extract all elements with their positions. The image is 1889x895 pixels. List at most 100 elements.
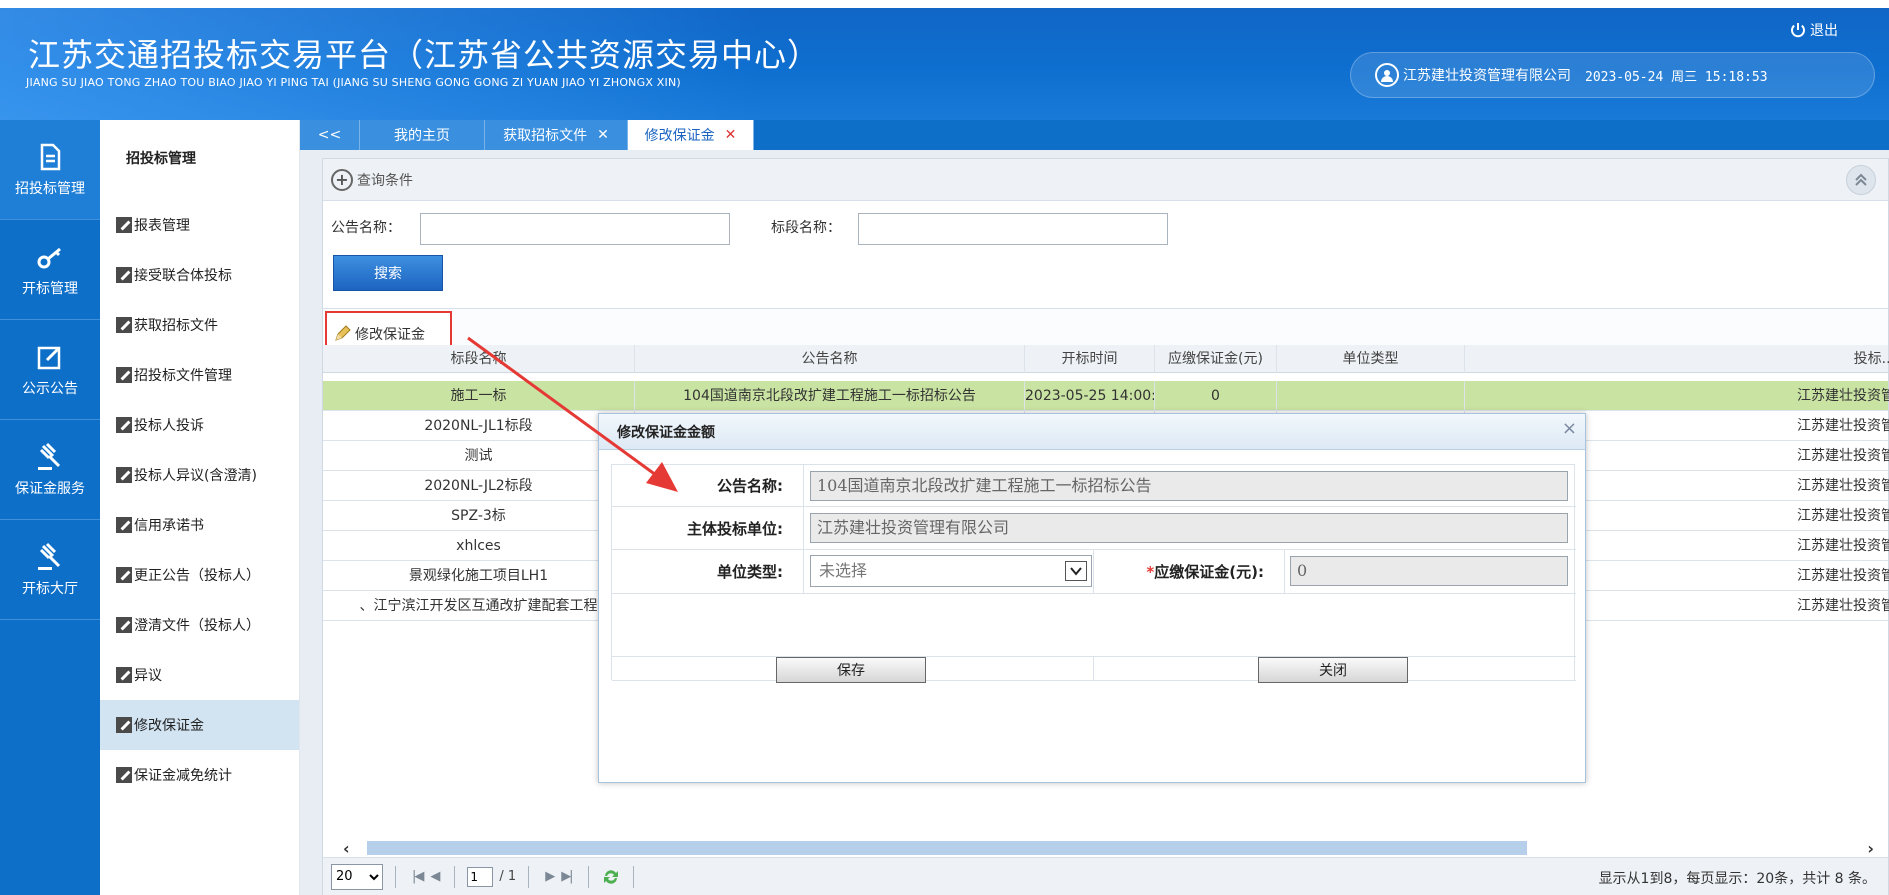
pagination-bar: 20 |◀ ◀ / 1 ▶ ▶| 显示从1到8，每页显示：20条，共计 8 条。 xyxy=(323,857,1888,895)
bidder-field[interactable]: 江苏建壮投资管理有限公司 xyxy=(810,513,1568,543)
sub-menu-item[interactable]: 澄清文件（投标人） xyxy=(100,600,299,650)
sub-menu-item[interactable]: 更正公告（投标人） xyxy=(100,550,299,600)
header: 江苏交通招投标交易平台（江苏省公共资源交易中心） JIANG SU JIAO T… xyxy=(0,8,1889,120)
user-info-bar: 江苏建壮投资管理有限公司 2023-05-24 周三 15:18:53 xyxy=(1350,52,1875,98)
edit-icon xyxy=(116,367,132,383)
sub-menu: 招投标管理 报表管理接受联合体投标 获取招标文件招投标文件管理投标人投诉投标人异议… xyxy=(100,120,300,895)
sub-menu-item[interactable]: 招投标文件管理 xyxy=(100,350,299,400)
form-row-buttons: 保存 关闭 xyxy=(612,657,1576,683)
sub-menu-list: 报表管理接受联合体投标 获取招标文件招投标文件管理投标人投诉投标人异议(含澄清) 信… xyxy=(100,200,299,800)
sub-menu-item[interactable]: 修改保证金 xyxy=(100,700,299,750)
nav-bid-hall[interactable]: 开标大厅 xyxy=(0,520,100,620)
form-row-bidder: 主体投标单位: 江苏建壮投资管理有限公司 xyxy=(612,507,1576,550)
separator xyxy=(395,865,396,888)
table-cell: 2023-05-25 14:00:00 xyxy=(1025,381,1155,411)
scroll-right-icon[interactable]: › xyxy=(1867,839,1874,858)
sub-menu-item[interactable]: 接受联合体投标 xyxy=(100,250,299,300)
close-icon[interactable]: ✕ xyxy=(725,127,737,143)
dialog-title: 修改保证金金额 xyxy=(617,424,715,441)
logout-button[interactable]: 退出 xyxy=(1790,20,1838,40)
edit-icon xyxy=(116,567,132,583)
save-button[interactable]: 保存 xyxy=(776,657,926,683)
nav-deposit-service[interactable]: 保证金服务 xyxy=(0,420,100,520)
nav-announcements[interactable]: 公示公告 xyxy=(0,320,100,420)
nav-label: 开标管理 xyxy=(22,280,78,297)
gavel-icon xyxy=(38,542,61,570)
sub-menu-label: 获取招标文件 xyxy=(134,318,218,334)
table-cell xyxy=(1277,381,1465,411)
nav-bidding-management[interactable]: 招投标管理 xyxy=(0,120,100,220)
edit-icon xyxy=(116,617,132,633)
separator xyxy=(632,865,634,888)
platform-title: 江苏交通招投标交易平台（江苏省公共资源交易中心） xyxy=(28,36,821,74)
horizontal-scrollbar[interactable]: ‹ › xyxy=(323,839,1888,858)
prev-page-icon[interactable]: ◀ xyxy=(430,869,440,884)
sub-menu-item[interactable]: 投标人投诉 xyxy=(100,400,299,450)
search-button[interactable]: 搜索 xyxy=(333,255,443,291)
nav-label: 保证金服务 xyxy=(15,480,85,497)
sub-menu-label: 接受联合体投标 xyxy=(134,268,232,284)
tab-label: 获取招标文件 xyxy=(503,128,588,144)
sub-menu-label: 更正公告（投标人） xyxy=(134,568,260,584)
nav-bid-opening[interactable]: 开标管理 xyxy=(0,220,100,320)
logout-label: 退出 xyxy=(1810,23,1838,39)
refresh-icon[interactable] xyxy=(601,867,621,887)
last-page-icon[interactable]: ▶| xyxy=(561,869,573,884)
close-icon[interactable]: ✕ xyxy=(597,127,609,143)
tab-scroll-back[interactable]: << xyxy=(300,120,360,150)
bidder-label: 主体投标单位: xyxy=(612,507,804,549)
key-icon xyxy=(37,247,61,268)
notice-name-label: 公告名称： xyxy=(331,220,401,236)
page-size-select[interactable]: 20 xyxy=(331,863,383,890)
deposit-field[interactable]: 0 xyxy=(1290,556,1568,586)
pagination-info: 显示从1到8，每页显示：20条，共计 8 条。 xyxy=(1598,871,1876,887)
tab-back-label: << xyxy=(317,127,342,143)
search-form: 公告名称： 标段名称： 搜索 xyxy=(323,159,1888,309)
sub-menu-item[interactable]: 报表管理 xyxy=(100,200,299,250)
separator xyxy=(454,865,456,888)
edit-deposit-dialog: 修改保证金金额 × 公告名称: 104国道南京北段改扩建工程施工一标招标公告 主… xyxy=(598,413,1586,783)
total-pages: / 1 xyxy=(499,869,517,884)
sub-menu-label: 保证金减免统计 xyxy=(134,768,232,784)
column-divider xyxy=(1093,657,1094,681)
first-page-icon[interactable]: |◀ xyxy=(412,869,424,884)
sub-menu-item[interactable]: 信用承诺书 xyxy=(100,500,299,550)
tab-label: 修改保证金 xyxy=(644,128,715,144)
scrollbar-thumb[interactable] xyxy=(367,841,1527,855)
table-cell: 0 xyxy=(1155,381,1277,411)
sub-menu-title: 招投标管理 xyxy=(126,151,196,167)
close-icon[interactable]: × xyxy=(1562,418,1577,439)
page-number-input[interactable] xyxy=(467,866,494,887)
tab-home[interactable]: 我的主页 xyxy=(360,120,485,150)
document-icon xyxy=(40,143,61,170)
column-header: 单位类型 xyxy=(1277,345,1465,373)
close-button[interactable]: 关闭 xyxy=(1258,657,1408,683)
scroll-left-icon[interactable]: ‹ xyxy=(343,839,350,858)
column-header: 开标时间 xyxy=(1025,345,1155,373)
section-name-input[interactable] xyxy=(858,213,1168,245)
edit-icon xyxy=(116,767,132,783)
column-header: 投标... xyxy=(1853,351,1889,367)
sub-menu-item[interactable]: 异议 xyxy=(100,650,299,700)
tab-get-tender-docs[interactable]: 获取招标文件 ✕ xyxy=(485,120,628,150)
power-icon xyxy=(1791,23,1805,38)
table-cell: 、江宁滨江开发区互通改扩建配套工程 xyxy=(323,591,635,621)
unit-type-select[interactable]: 未选择 xyxy=(810,555,1092,587)
sub-menu-item[interactable]: 获取招标文件 xyxy=(100,300,299,350)
sub-menu-item[interactable]: 投标人异议(含澄清) xyxy=(100,450,299,500)
required-mark: * xyxy=(1146,562,1155,581)
edit-icon xyxy=(116,217,132,233)
tab-modify-deposit[interactable]: 修改保证金 ✕ xyxy=(628,120,754,150)
deposit-label: * 应缴保证金(元): xyxy=(1093,550,1285,593)
notice-name-input[interactable] xyxy=(420,213,730,245)
deposit-form: 公告名称: 104国道南京北段改扩建工程施工一标招标公告 主体投标单位: 江苏建… xyxy=(611,464,1576,683)
table-cell: 施工一标 xyxy=(323,381,635,411)
notice-name-field[interactable]: 104国道南京北段改扩建工程施工一标招标公告 xyxy=(810,471,1568,501)
edit-icon xyxy=(116,717,132,733)
next-page-icon[interactable]: ▶ xyxy=(545,869,555,884)
deposit-label-text: 应缴保证金(元): xyxy=(1154,563,1264,581)
table-header-row: 标段名称公告名称开标时间应缴保证金(元)单位类型 投标... xyxy=(323,345,1889,373)
table-row[interactable]: 施工一标 104国道南京北段改扩建工程施工一标招标公告 2023-05-25 14:… xyxy=(323,381,1889,411)
sub-menu-item[interactable]: 保证金减免统计 xyxy=(100,750,299,800)
sub-menu-label: 投标人投诉 xyxy=(134,418,204,434)
